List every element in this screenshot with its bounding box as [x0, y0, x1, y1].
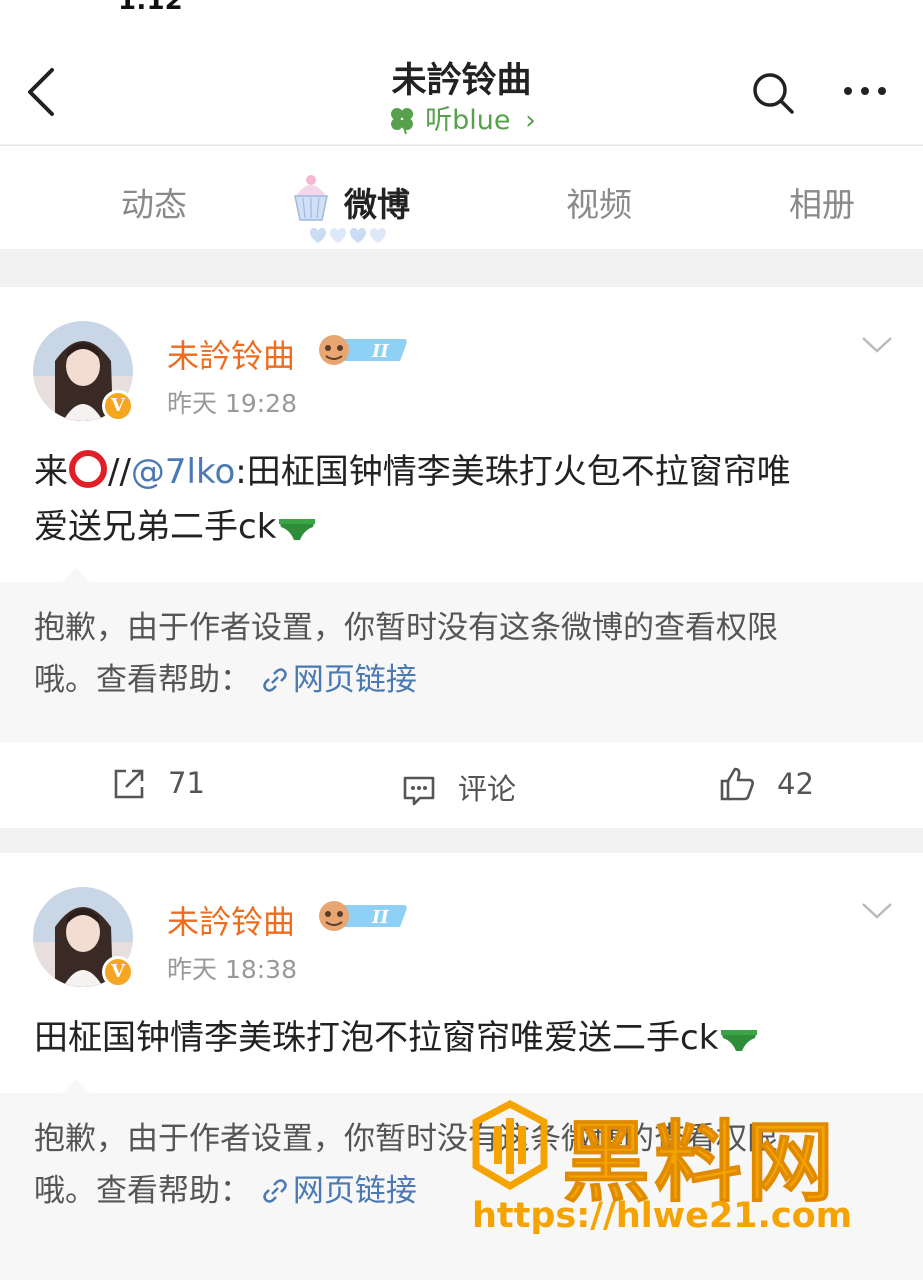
section-divider — [0, 828, 923, 853]
post-text: 来//@7lko:田柾国钟情李美珠打火包不拉窗帘唯 爱送兄弟二手ck — [34, 445, 894, 555]
post-author[interactable]: 未訡铃曲 — [167, 897, 295, 943]
thumbs-up-icon — [720, 767, 754, 801]
post-time: 昨天 19:28 — [167, 389, 297, 418]
member-level-badge-icon[interactable]: II — [316, 897, 408, 933]
post-card[interactable]: V 未訡铃曲 II 昨天 18:38 田柾国钟情李美珠打泡不拉窗帘唯爱送二手ck — [0, 853, 923, 1093]
verified-badge-icon: V — [102, 956, 134, 988]
mention-link[interactable]: @7lko — [131, 452, 235, 492]
like-button[interactable]: 42 — [719, 766, 814, 802]
tab-weibo[interactable]: 微博 — [344, 178, 410, 226]
notice-pointer — [62, 568, 90, 582]
tab-video[interactable]: 视频 — [566, 178, 632, 226]
post-author[interactable]: 未訡铃曲 — [167, 331, 295, 377]
comment-icon — [403, 776, 435, 806]
notice-text: 抱歉，由于作者设置，你暂时没有这条微博的查看权限 哦。查看帮助： 网页链接 — [34, 610, 778, 698]
post-actions: 71 评论 42 — [0, 742, 923, 828]
profile-header: 未訡铃曲 听blue › — [0, 14, 923, 144]
svg-text:II: II — [371, 341, 389, 362]
comment-button[interactable]: 评论 — [402, 766, 516, 808]
search-icon[interactable] — [750, 70, 796, 116]
section-divider — [0, 249, 923, 287]
red-circle-emoji-icon — [69, 450, 107, 488]
subtitle-text: 听blue — [425, 105, 511, 136]
watermark: 黑料网 https://hlwe21.com — [470, 1100, 890, 1250]
repost-button[interactable]: 71 — [112, 766, 205, 801]
chevron-down-icon[interactable] — [860, 899, 894, 921]
svg-text:II: II — [371, 907, 389, 928]
more-options-icon[interactable] — [840, 76, 890, 106]
post-card[interactable]: V 未訡铃曲 II 昨天 19:28 来//@7lko:田柾国钟情李美珠打火包不… — [0, 287, 923, 582]
member-level-badge-icon[interactable]: II — [316, 331, 408, 367]
link-icon — [263, 668, 287, 692]
hearts-decoration-icon — [310, 228, 386, 243]
post-time: 昨天 18:38 — [167, 955, 297, 984]
tab-album[interactable]: 相册 — [789, 178, 855, 226]
restricted-notice: 抱歉，由于作者设置，你暂时没有这条微博的查看权限 哦。查看帮助： 网页链接 — [0, 568, 923, 742]
web-link[interactable]: 网页链接 — [261, 1173, 417, 1209]
tab-dynamic[interactable]: 动态 — [121, 178, 187, 226]
green-briefs-emoji-icon — [721, 1030, 758, 1051]
green-briefs-emoji-icon — [279, 519, 316, 540]
profile-tabs: 动态 微博 视频 相册 — [0, 145, 923, 250]
repost-icon — [114, 769, 144, 799]
verified-badge-icon: V — [102, 390, 134, 422]
status-bar: 1:12 — [0, 0, 923, 16]
clover-icon — [391, 108, 414, 135]
chevron-right-icon: › — [525, 105, 536, 136]
chevron-down-icon[interactable] — [860, 333, 894, 355]
link-icon — [263, 1179, 287, 1203]
post-text: 田柾国钟情李美珠打泡不拉窗帘唯爱送二手ck — [34, 1011, 894, 1066]
cupcake-icon — [294, 175, 328, 221]
web-link[interactable]: 网页链接 — [261, 662, 417, 698]
watermark-url: https://hlwe21.com — [472, 1196, 853, 1236]
watermark-logo-icon — [472, 1100, 548, 1190]
notice-pointer — [62, 1079, 90, 1093]
status-icons — [675, 0, 855, 8]
